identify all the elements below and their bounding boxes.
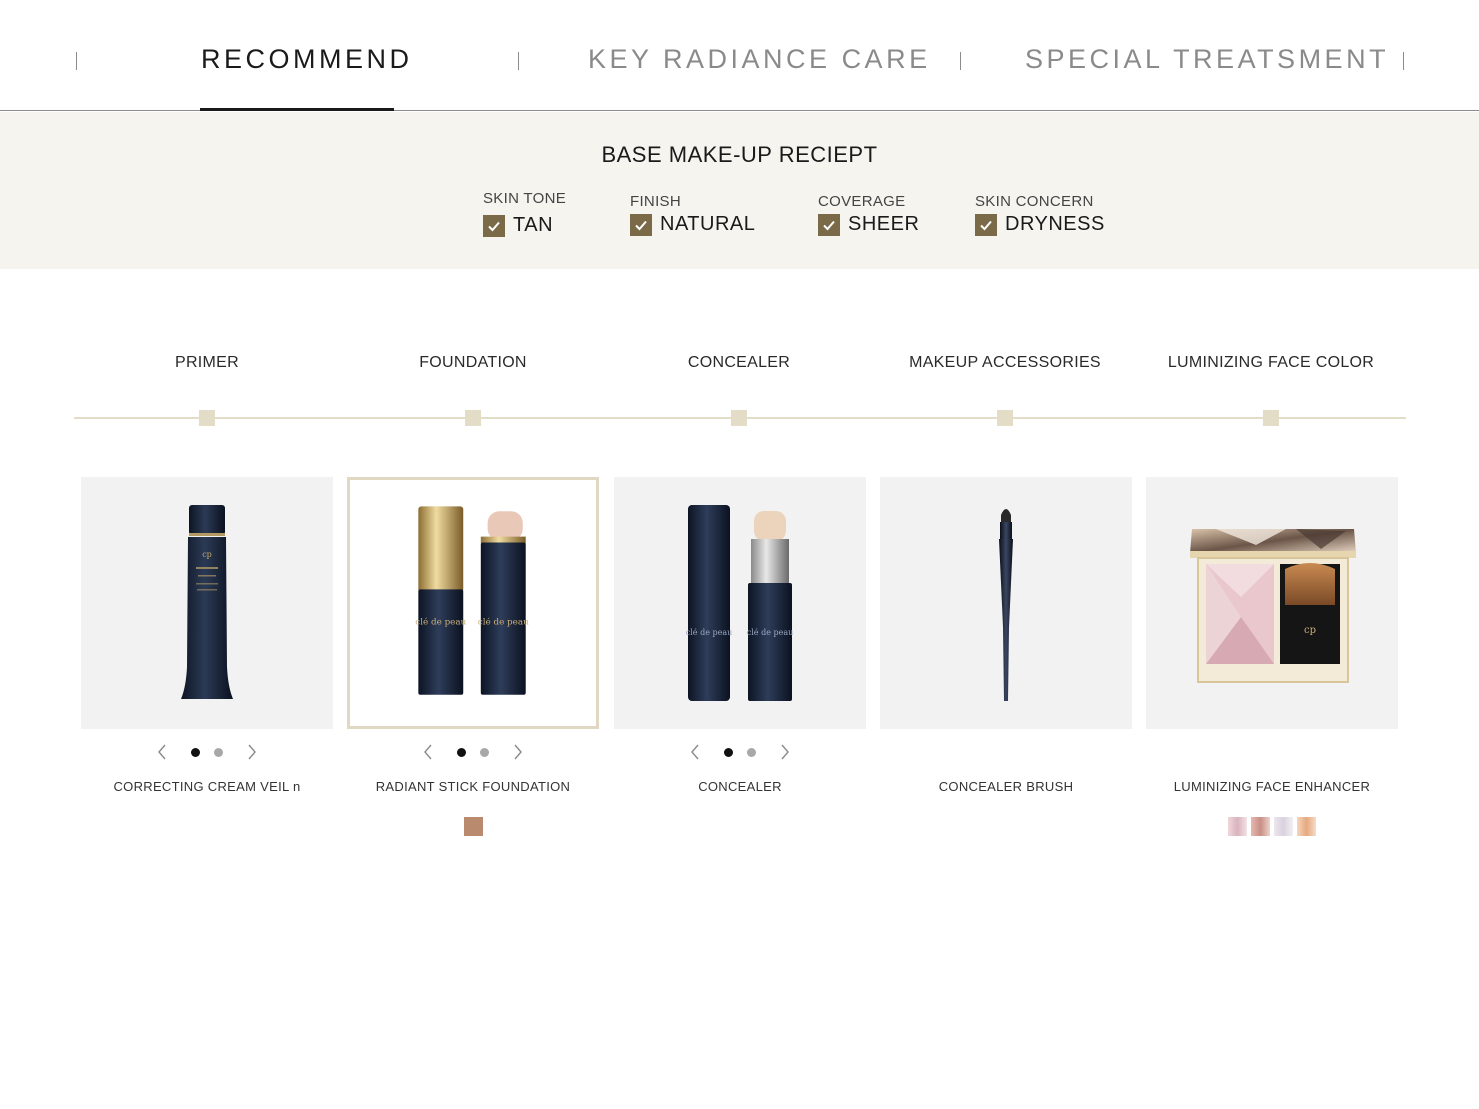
- top-tab-bar: RECOMMEND KEY RADIANCE CARE SPECIAL TREA…: [0, 0, 1479, 111]
- chevron-right-icon[interactable]: [242, 742, 262, 762]
- timeline-marker[interactable]: [465, 410, 481, 426]
- filter-label: SKIN TONE: [483, 190, 567, 207]
- primer-pager: [81, 742, 333, 762]
- foundation-stick-image: clé de peau clé de peau: [415, 506, 529, 695]
- pager-dot[interactable]: [724, 747, 733, 757]
- product-name[interactable]: CORRECTING CREAM VEIL n: [81, 779, 333, 794]
- skin-concern-checkbox[interactable]: [975, 213, 997, 236]
- checkmark-icon: [980, 220, 992, 230]
- face-enhancer-swatches: [1146, 817, 1398, 836]
- filter-coverage: COVERAGE SHEER: [818, 193, 919, 236]
- filter-value: NATURAL: [660, 213, 756, 235]
- color-swatch[interactable]: [1251, 817, 1270, 836]
- active-tab-indicator: [200, 108, 394, 111]
- primer-tube-image: cp: [181, 505, 233, 699]
- pager-dot[interactable]: [457, 747, 466, 757]
- svg-text:clé de peau: clé de peau: [686, 628, 733, 637]
- color-swatch[interactable]: [463, 817, 483, 836]
- makeup-receipt-panel: BASE MAKE-UP RECIEPT SKIN TONE TAN FINIS…: [0, 112, 1479, 269]
- chevron-right-icon[interactable]: [508, 742, 528, 762]
- concealer-brush-image: [999, 509, 1013, 701]
- foundation-pager: [347, 742, 599, 762]
- pager-dot[interactable]: [214, 747, 223, 757]
- concealer-pager: [614, 742, 866, 762]
- pager-dot[interactable]: [747, 747, 756, 757]
- chevron-left-icon[interactable]: [418, 742, 438, 762]
- chevron-left-icon[interactable]: [152, 742, 172, 762]
- filter-label: FINISH: [630, 193, 681, 210]
- coverage-checkbox[interactable]: [818, 213, 840, 236]
- foundation-swatches: [347, 817, 599, 836]
- svg-text:clé de peau: clé de peau: [415, 616, 466, 627]
- product-name[interactable]: LUMINIZING FACE ENHANCER: [1146, 779, 1398, 794]
- receipt-title: BASE MAKE-UP RECIEPT: [601, 142, 878, 167]
- tab-separator: [1403, 52, 1404, 70]
- color-swatch[interactable]: [1228, 817, 1247, 836]
- category-makeup-accessories[interactable]: MAKEUP ACCESSORIES: [872, 354, 1138, 372]
- color-swatch[interactable]: [1274, 817, 1293, 836]
- product-name[interactable]: RADIANT STICK FOUNDATION: [347, 779, 599, 794]
- timeline-marker[interactable]: [997, 410, 1013, 426]
- filter-skin-concern: SKIN CONCERN DRYNESS: [975, 193, 1105, 236]
- product-card-foundation[interactable]: clé de peau clé de peau: [347, 477, 599, 729]
- svg-text:cp: cp: [1304, 625, 1316, 636]
- skin-tone-checkbox[interactable]: [483, 214, 505, 237]
- filter-value: DRYNESS: [1005, 213, 1105, 235]
- svg-text:clé de peau: clé de peau: [747, 628, 794, 637]
- timeline-marker[interactable]: [731, 410, 747, 426]
- filter-label: COVERAGE: [818, 193, 906, 210]
- concealer-stick-image: clé de peau clé de peau: [686, 505, 794, 701]
- category-luminizing-face-color[interactable]: LUMINIZING FACE COLOR: [1138, 354, 1404, 372]
- chevron-right-icon[interactable]: [775, 742, 795, 762]
- product-card-concealer[interactable]: clé de peau clé de peau: [614, 477, 866, 729]
- svg-text:cp: cp: [202, 550, 212, 559]
- filter-label: SKIN CONCERN: [975, 193, 1094, 210]
- tab-separator: [960, 52, 961, 70]
- category-primer[interactable]: PRIMER: [74, 354, 340, 372]
- category-concealer[interactable]: CONCEALER: [606, 354, 872, 372]
- color-swatch[interactable]: [1297, 817, 1316, 836]
- tab-recommend[interactable]: RECOMMEND: [201, 44, 413, 75]
- finish-checkbox[interactable]: [630, 213, 652, 236]
- face-enhancer-compact-image: cp: [1190, 529, 1356, 683]
- filter-skin-tone: SKIN TONE TAN: [483, 190, 566, 237]
- pager-dot[interactable]: [480, 747, 489, 757]
- product-name[interactable]: CONCEALER: [614, 779, 866, 794]
- filter-value: TAN: [513, 214, 554, 236]
- product-card-concealer-brush[interactable]: [880, 477, 1132, 729]
- timeline-marker[interactable]: [1263, 410, 1279, 426]
- product-card-face-enhancer[interactable]: cp: [1146, 477, 1398, 729]
- tab-key-radiance-care[interactable]: KEY RADIANCE CARE: [588, 44, 931, 75]
- product-card-primer[interactable]: cp: [81, 477, 333, 729]
- tab-separator: [76, 52, 77, 70]
- tab-special-treatment[interactable]: SPECIAL TREATSMENT: [1025, 44, 1389, 75]
- checkmark-icon: [635, 220, 647, 230]
- tab-separator: [518, 52, 519, 70]
- svg-text:clé de peau: clé de peau: [478, 616, 529, 627]
- chevron-left-icon[interactable]: [685, 742, 705, 762]
- category-foundation[interactable]: FOUNDATION: [340, 354, 606, 372]
- checkmark-icon: [488, 221, 500, 231]
- checkmark-icon: [823, 220, 835, 230]
- filter-value: SHEER: [848, 213, 920, 235]
- filter-finish: FINISH NATURAL: [630, 193, 755, 236]
- timeline-marker[interactable]: [199, 410, 215, 426]
- pager-dot[interactable]: [191, 747, 200, 757]
- product-name[interactable]: CONCEALER BRUSH: [880, 779, 1132, 794]
